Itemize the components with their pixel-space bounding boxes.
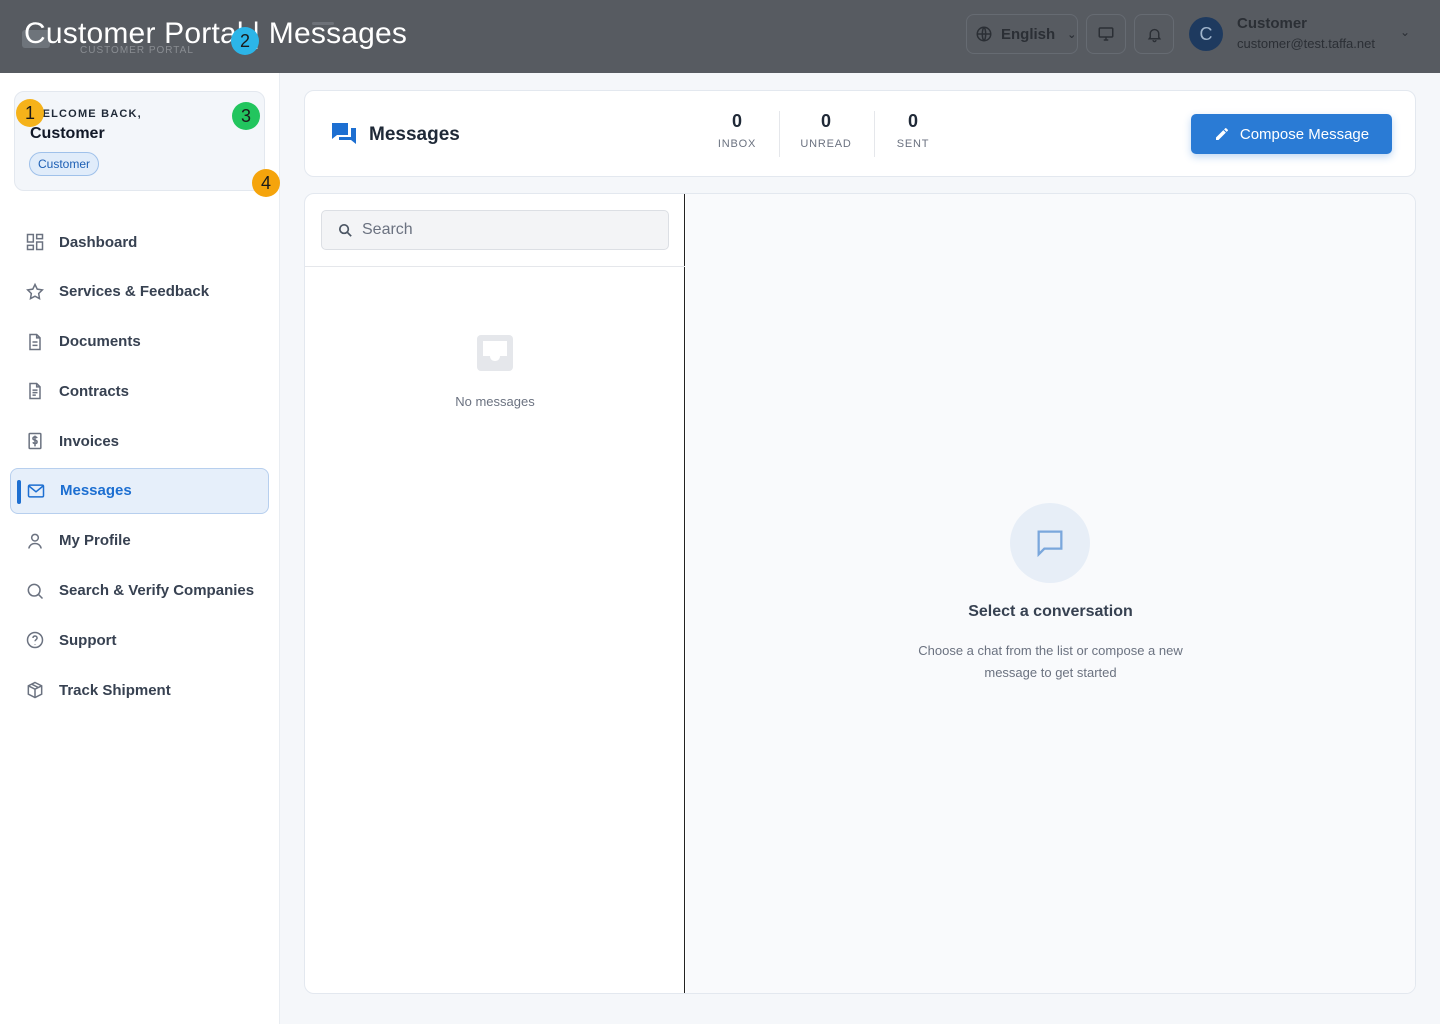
stat-value: 0	[907, 111, 918, 131]
sidebar-item-my-profile[interactable]: My Profile	[10, 518, 269, 564]
stat-label: INBOX	[717, 138, 757, 150]
display-button[interactable]	[1086, 14, 1126, 54]
notifications-button[interactable]	[1134, 14, 1174, 54]
user-icon	[28, 533, 42, 549]
marker-2: 2	[231, 27, 259, 55]
stat-label: UNREAD	[800, 138, 852, 150]
sidebar-item-search-verify-companies[interactable]: Search & Verify Companies	[10, 568, 269, 614]
document-icon	[29, 333, 41, 350]
empty-state-text: No messages	[455, 394, 535, 409]
pencil-icon	[1215, 127, 1228, 140]
conversation-list: No messages	[305, 194, 685, 993]
conversation-view: Select a conversation Choose a chat from…	[686, 194, 1415, 993]
welcome-label: WELCOME BACK,	[31, 108, 142, 120]
sidebar-item-label: Invoices	[59, 432, 120, 450]
stat-inbox: 0 INBOX	[689, 111, 785, 150]
contract-icon	[29, 383, 41, 400]
sidebar-item-label: Dashboard	[59, 233, 138, 251]
marker-1: 1	[16, 99, 44, 127]
sidebar-item-label: Support	[59, 631, 117, 649]
sidebar-item-support[interactable]: Support	[10, 617, 269, 663]
welcome-name: Customer	[30, 125, 105, 142]
monitor-icon	[1098, 27, 1114, 41]
chat-bubble-icon	[1037, 530, 1063, 558]
divider	[305, 266, 685, 267]
stat-label: SENT	[896, 138, 930, 150]
star-icon	[26, 282, 44, 300]
top-bar: CUSTOMER PORTAL Customer Portal | Messag…	[0, 0, 1440, 73]
chat-bubbles-icon	[332, 123, 356, 144]
mail-icon	[27, 484, 45, 498]
stat-value: 0	[731, 111, 742, 131]
sidebar-item-dashboard[interactable]: Dashboard	[10, 219, 269, 265]
language-selector[interactable]: English ⌄	[966, 14, 1078, 54]
grid-icon	[26, 233, 44, 251]
bell-icon	[1147, 28, 1161, 42]
chevron-down-icon: ⌄	[1067, 28, 1077, 41]
user-email: customer@test.taffa.net	[1237, 36, 1375, 51]
inbox-icon	[477, 335, 513, 371]
avatar[interactable]: C	[1189, 17, 1223, 51]
marker-3: 3	[232, 102, 260, 130]
sidebar-item-label: Documents	[59, 333, 141, 351]
sidebar-nav: Dashboard Services & Feedback Documents …	[10, 219, 269, 717]
sidebar: WELCOME BACK, Customer Customer Dashboar…	[0, 73, 280, 1024]
invoice-icon	[28, 432, 42, 450]
sidebar-item-label: Contracts	[59, 382, 130, 400]
chat-placeholder	[1010, 503, 1090, 583]
role-badge: Customer	[29, 152, 100, 176]
globe-icon	[976, 26, 992, 42]
sidebar-item-label: Search & Verify Companies	[59, 582, 255, 600]
help-icon	[26, 632, 44, 649]
search-box[interactable]	[321, 210, 669, 250]
sidebar-item-messages[interactable]: Messages	[10, 467, 269, 514]
sidebar-item-invoices[interactable]: Invoices	[10, 418, 269, 464]
user-name[interactable]: Customer	[1237, 15, 1307, 32]
search-icon	[27, 583, 44, 599]
messages-panel: No messages Select a conversation Choose…	[304, 193, 1416, 994]
stat-sent: 0 SENT	[865, 111, 961, 150]
stat-unread: 0 UNREAD	[778, 111, 874, 150]
sidebar-item-track-shipment[interactable]: Track Shipment	[10, 667, 269, 713]
sidebar-item-contracts[interactable]: Contracts	[10, 368, 269, 414]
search-input[interactable]	[362, 211, 662, 249]
stat-value: 0	[820, 111, 831, 131]
empty-conversation-title: Select a conversation	[968, 603, 1133, 620]
sidebar-item-label: Messages	[60, 482, 132, 500]
compose-label: Compose Message	[1239, 125, 1370, 143]
chevron-down-icon[interactable]: ⌄	[1400, 25, 1410, 39]
sidebar-item-services-feedback[interactable]: Services & Feedback	[10, 269, 269, 315]
package-icon	[27, 681, 43, 699]
language-label: English	[1001, 25, 1056, 43]
page-title: Messages	[369, 124, 460, 145]
messages-header: Messages 0 INBOX 0 UNREAD 0 SENT Compose…	[304, 90, 1416, 177]
compose-message-button[interactable]: Compose Message	[1191, 114, 1392, 154]
sidebar-item-documents[interactable]: Documents	[10, 319, 269, 365]
welcome-card: WELCOME BACK, Customer Customer	[14, 91, 265, 191]
empty-conversation-subtitle: Choose a chat from the list or compose a…	[918, 643, 1183, 680]
sidebar-item-label: Track Shipment	[59, 681, 171, 699]
window-title: Customer Portal | Messages	[24, 17, 408, 50]
search-icon	[338, 223, 352, 237]
sidebar-item-label: My Profile	[59, 532, 131, 550]
marker-4: 4	[252, 169, 280, 197]
sidebar-item-label: Services & Feedback	[59, 283, 210, 301]
